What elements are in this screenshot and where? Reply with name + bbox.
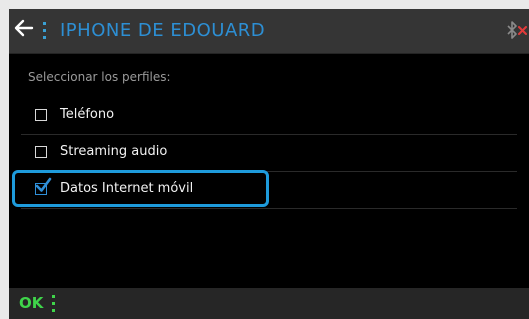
screen: IPHONE DE EDOUARD Seleccionar los perfil… bbox=[9, 9, 529, 319]
header-separator bbox=[43, 22, 47, 40]
profile-item-telefono[interactable]: Teléfono bbox=[21, 98, 517, 135]
header-bar: IPHONE DE EDOUARD bbox=[9, 9, 529, 54]
bluetooth-disconnected-icon bbox=[507, 21, 527, 39]
back-button[interactable] bbox=[11, 17, 37, 43]
profile-label: Streaming audio bbox=[60, 144, 168, 159]
footer-separator bbox=[52, 295, 56, 313]
page-title: IPHONE DE EDOUARD bbox=[60, 20, 266, 41]
profile-item-streaming-audio[interactable]: Streaming audio bbox=[21, 135, 517, 172]
footer-bar: OK bbox=[9, 288, 529, 319]
ok-button[interactable]: OK bbox=[19, 294, 43, 312]
profile-label: Teléfono bbox=[60, 107, 115, 122]
checkbox-unchecked[interactable] bbox=[35, 109, 47, 121]
section-label: Seleccionar los perfiles: bbox=[28, 70, 171, 84]
checkbox-unchecked[interactable] bbox=[35, 146, 47, 158]
focus-highlight bbox=[12, 170, 269, 207]
arrow-left-icon bbox=[14, 19, 34, 37]
bluetooth-status bbox=[505, 19, 527, 41]
